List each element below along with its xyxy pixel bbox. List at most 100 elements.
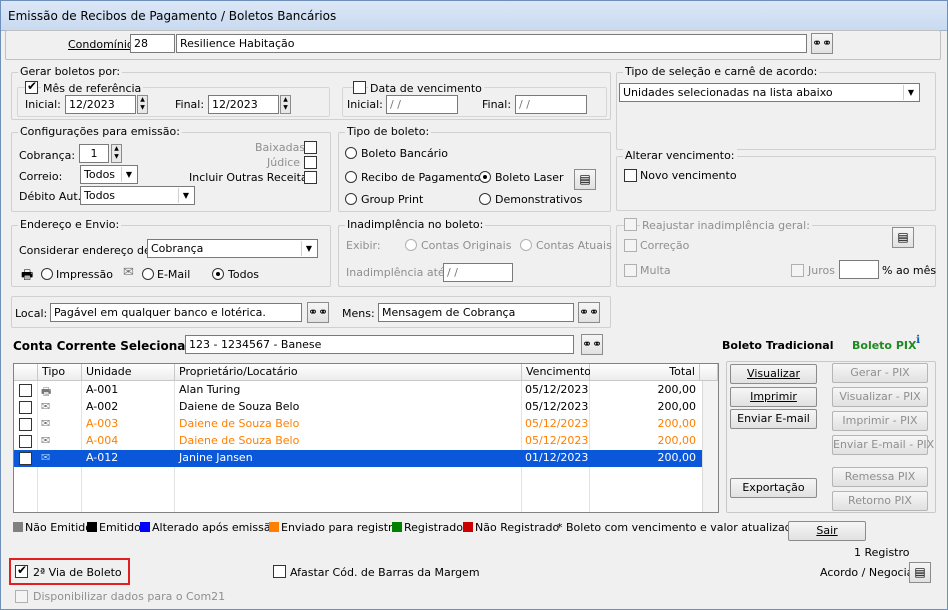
correio-select[interactable]: Todos ▼: [80, 165, 138, 184]
judice-checkbox[interactable]: [304, 156, 317, 169]
acordo-icon[interactable]: ▤: [909, 562, 931, 583]
binoculars-icon[interactable]: ⚭⚭: [811, 33, 833, 54]
table-header-proprietario[interactable]: Proprietário/Locatário: [175, 364, 522, 381]
juros-input[interactable]: [839, 260, 879, 279]
atuais-radio[interactable]: [520, 239, 532, 251]
condominio-code-input[interactable]: 28: [130, 34, 175, 53]
legend-label: Alterado após emissão: [152, 521, 278, 534]
cell-venc: 05/12/2023: [525, 400, 589, 413]
final2-input[interactable]: / /: [515, 95, 587, 114]
acordo-label: Acordo / Negociar: [820, 566, 918, 579]
novo-venc-checkbox[interactable]: [624, 169, 637, 182]
baixadas-checkbox[interactable]: [304, 141, 317, 154]
cell-unidade: A-012: [86, 451, 119, 464]
binoculars-icon[interactable]: ⚭⚭: [578, 302, 600, 323]
mes-ref-checkbox[interactable]: ✔: [25, 79, 38, 94]
remessa-pix-button[interactable]: Remessa PIX: [832, 467, 928, 487]
inicial-spinner[interactable]: ▲ ▼: [137, 95, 148, 114]
row-checkbox[interactable]: [19, 435, 32, 448]
chevron-down-icon[interactable]: ▼: [178, 188, 193, 203]
table-header-unidade[interactable]: Unidade: [82, 364, 175, 381]
enviar-email-button[interactable]: Enviar E-mail: [730, 409, 817, 429]
envelope-icon: ✉: [123, 265, 134, 280]
email-radio[interactable]: [142, 268, 154, 280]
settings-icon[interactable]: ▤: [574, 169, 596, 190]
table-header-total[interactable]: Total: [590, 364, 700, 381]
mes-ref-label: Mês de referência: [41, 82, 144, 95]
impressao-radio[interactable]: [41, 268, 53, 280]
settings-icon[interactable]: ▤: [892, 227, 914, 248]
cell-venc: 05/12/2023: [525, 434, 589, 447]
disponibilizar-checkbox[interactable]: [15, 590, 28, 603]
visualizar-button[interactable]: Visualizar: [730, 364, 817, 384]
inicial2-input[interactable]: / /: [386, 95, 458, 114]
cell-total: 200,00: [657, 434, 697, 447]
multa-checkbox[interactable]: [624, 264, 637, 277]
endereco-legend: Endereço e Envio:: [18, 218, 122, 231]
inad-ate-input[interactable]: / /: [443, 263, 513, 282]
debito-select[interactable]: Todos ▼: [80, 186, 195, 205]
debito-label: Débito Aut.:: [19, 190, 85, 203]
gerar-pix-button[interactable]: Gerar - PIX: [832, 363, 928, 383]
incluir-checkbox[interactable]: [304, 171, 317, 184]
binoculars-icon[interactable]: ⚭⚭: [307, 302, 329, 323]
mens-input[interactable]: Mensagem de Cobrança: [378, 303, 574, 322]
afastar-checkbox[interactable]: [273, 565, 286, 578]
final-input[interactable]: 12/2023: [208, 95, 279, 114]
table-row[interactable]: ✉ A-003 Daiene de Souza Belo 05/12/2023 200,…: [14, 416, 702, 433]
cell-total: 200,00: [657, 417, 697, 430]
condominio-label: Condomínio:: [68, 38, 138, 51]
demonstrativos-radio[interactable]: [479, 193, 491, 205]
table-header-tipo[interactable]: Tipo: [38, 364, 82, 381]
row-checkbox[interactable]: [19, 384, 32, 397]
retorno-pix-button[interactable]: Retorno PIX: [832, 491, 928, 511]
enviar-email-pix-button[interactable]: Enviar E-mail - PIX: [832, 435, 934, 455]
table-header-vencimento[interactable]: Vencimento: [522, 364, 591, 381]
sair-button[interactable]: Sair: [788, 521, 866, 541]
exportacao-button[interactable]: Exportação: [730, 478, 817, 498]
info-icon[interactable]: ℹ: [916, 333, 920, 346]
table-row[interactable]: ✉ A-004 Daiene de Souza Belo 05/12/2023 200,…: [14, 433, 702, 450]
incluir-label: Incluir Outras Receitas: [189, 171, 314, 184]
cobranca-input[interactable]: 1: [79, 144, 109, 163]
table-row[interactable]: ✔ ✉ A-012 Janine Jansen 01/12/2023 200,00: [14, 450, 702, 467]
todos-radio[interactable]: [212, 268, 224, 280]
impressao-label: Impressão: [56, 268, 113, 281]
boleto-bancario-radio[interactable]: [345, 147, 357, 159]
data-venc-checkbox[interactable]: [353, 81, 366, 94]
tipo-selecao-select[interactable]: Unidades selecionadas na lista abaixo ▼: [619, 83, 920, 102]
ao-mes-label: % ao mês: [882, 264, 937, 277]
row-checkbox[interactable]: ✔: [19, 450, 32, 465]
considerar-select[interactable]: Cobrança ▼: [147, 239, 318, 258]
chevron-down-icon[interactable]: ▼: [121, 167, 136, 182]
table-scrollbar[interactable]: [702, 381, 718, 512]
final-spinner[interactable]: ▲ ▼: [280, 95, 291, 114]
inad-ate-label: Inadimplência até:: [346, 266, 449, 279]
local-input[interactable]: Pagável em qualquer banco e lotérica.: [50, 303, 302, 322]
row-checkbox[interactable]: [19, 401, 32, 414]
inicial-input[interactable]: 12/2023: [65, 95, 136, 114]
cobranca-spinner[interactable]: ▲ ▼: [111, 144, 122, 163]
chevron-down-icon[interactable]: ▼: [301, 241, 316, 256]
visualizar-pix-button[interactable]: Visualizar - PIX: [832, 387, 928, 407]
originais-radio[interactable]: [405, 239, 417, 251]
correcao-checkbox[interactable]: [624, 239, 637, 252]
chevron-down-icon[interactable]: ▼: [903, 85, 918, 100]
condominio-name-input[interactable]: Resilience Habitação: [176, 34, 807, 53]
row-checkbox[interactable]: [19, 418, 32, 431]
cobranca-label: Cobrança:: [19, 149, 76, 162]
legend-note: * Boleto com vencimento e valor atualiza…: [557, 521, 808, 534]
binoculars-icon[interactable]: ⚭⚭: [581, 334, 603, 355]
table-row[interactable]: ✉ A-002 Daiene de Souza Belo 05/12/2023 200,…: [14, 399, 702, 416]
imprimir-button[interactable]: Imprimir: [730, 387, 817, 407]
juros-checkbox[interactable]: [791, 264, 804, 277]
imprimir-pix-button[interactable]: Imprimir - PIX: [832, 411, 928, 431]
group-print-radio[interactable]: [345, 193, 357, 205]
recibo-radio[interactable]: [345, 171, 357, 183]
reajustar-checkbox[interactable]: [624, 218, 637, 231]
table-row[interactable]: 🖶 A-001 Alan Turing 05/12/2023 200,00: [14, 382, 702, 399]
boleto-laser-radio[interactable]: [479, 171, 491, 183]
envelope-icon: ✉: [41, 451, 51, 464]
conta-input[interactable]: 123 - 1234567 - Banese: [185, 335, 574, 354]
segunda-via-checkbox[interactable]: ✔: [15, 563, 28, 578]
